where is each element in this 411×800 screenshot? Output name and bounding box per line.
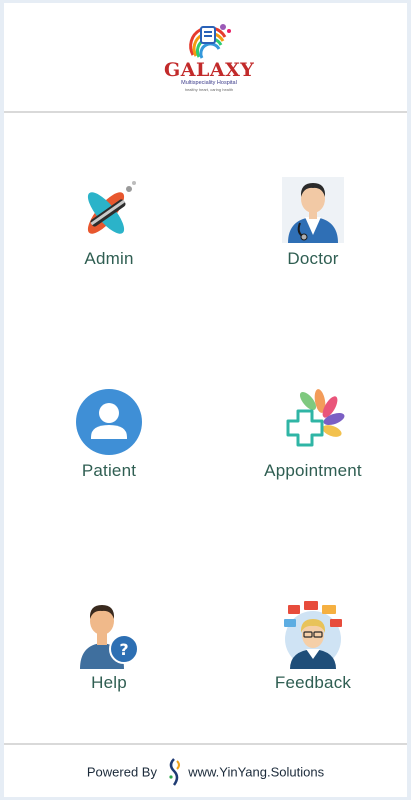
help-person-icon: ? bbox=[80, 605, 139, 669]
admin-tools-icon bbox=[87, 181, 136, 234]
app-footer: Powered By www.YinYang.Solutions bbox=[4, 743, 407, 797]
yinyang-logo-icon bbox=[169, 758, 180, 786]
patient-icon bbox=[76, 389, 142, 455]
powered-by-credit[interactable]: Powered By www.YinYang.Solutions bbox=[4, 757, 407, 787]
appointment-label: Appointment bbox=[264, 461, 362, 480]
doctor-icon bbox=[282, 177, 344, 243]
admin-button[interactable]: Admin bbox=[29, 175, 189, 285]
help-button[interactable]: ? Help bbox=[29, 599, 189, 709]
doctor-label: Doctor bbox=[287, 249, 339, 268]
logo-title: GALAXY bbox=[164, 59, 255, 81]
footer-site-link: www.YinYang.Solutions bbox=[188, 764, 325, 780]
appointment-button[interactable]: Appointment bbox=[233, 387, 393, 497]
powered-by-label: Powered By bbox=[86, 764, 157, 780]
feedback-label: Feedback bbox=[274, 673, 352, 692]
app-screen: GALAXY Multispeciality Hospital healthy … bbox=[0, 0, 411, 800]
logo-subtitle: Multispeciality Hospital bbox=[181, 80, 237, 86]
help-label: Help bbox=[91, 673, 127, 692]
hospital-logo: GALAXY Multispeciality Hospital healthy … bbox=[164, 21, 254, 105]
doctor-button[interactable]: Doctor bbox=[233, 175, 393, 285]
medical-cross-icon bbox=[286, 389, 345, 447]
feedback-button[interactable]: Feedback bbox=[233, 599, 393, 709]
patient-label: Patient bbox=[81, 461, 137, 480]
admin-label: Admin bbox=[84, 249, 134, 268]
galaxy-logo-icon bbox=[189, 24, 231, 59]
feedback-icon bbox=[284, 601, 342, 669]
svg-text:?: ? bbox=[119, 640, 128, 659]
patient-button[interactable]: Patient bbox=[29, 387, 189, 497]
logo-tagline: healthy heart, caring health bbox=[184, 87, 234, 92]
app-header: GALAXY Multispeciality Hospital healthy … bbox=[4, 3, 407, 113]
